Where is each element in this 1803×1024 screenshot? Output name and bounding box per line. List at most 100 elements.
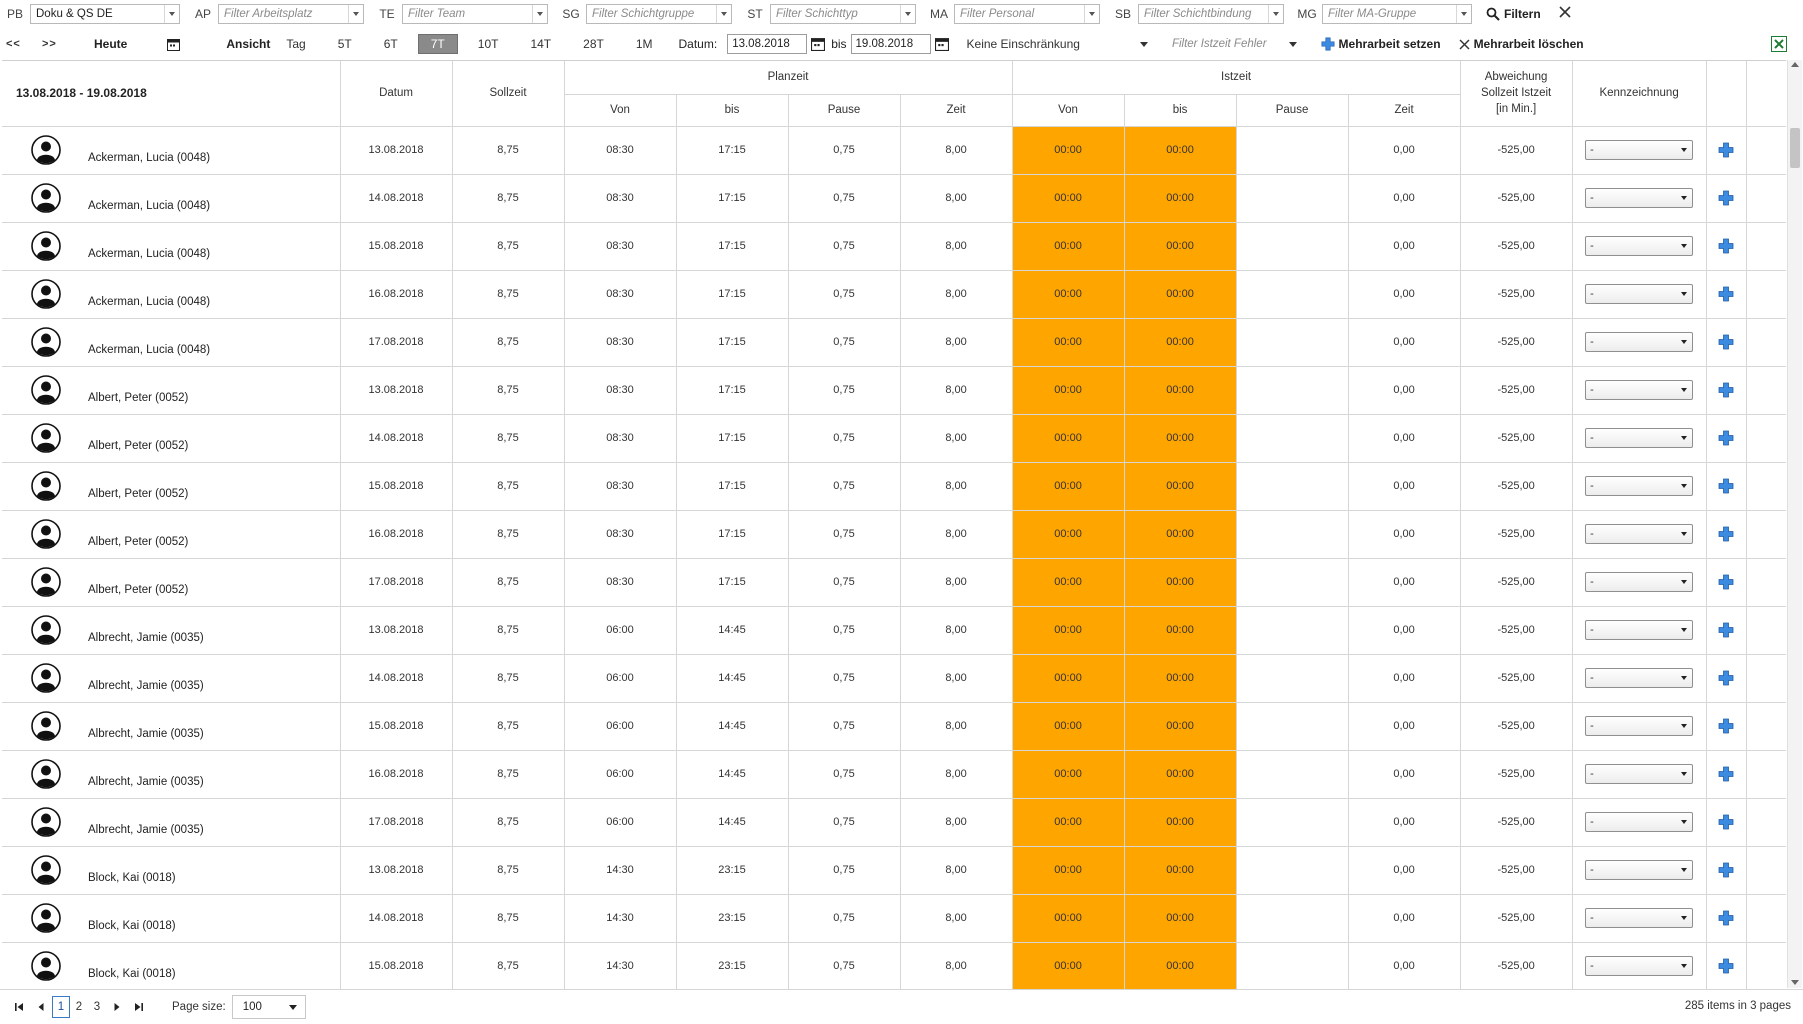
cell-istzeit-von[interactable]: 00:00 [1012,174,1125,223]
cell-istzeit-von[interactable]: 00:00 [1012,462,1125,511]
table-row[interactable]: Block, Kai (0018) 13.08.2018 8,75 14:30 23:1… [2,846,1786,895]
add-overtime-icon[interactable] [1718,814,1734,830]
cell-istzeit-pause[interactable] [1236,414,1349,463]
cell-istzeit-bis[interactable]: 00:00 [1124,798,1237,847]
cell-istzeit-bis[interactable]: 00:00 [1124,702,1237,751]
cell-istzeit-pause[interactable] [1236,750,1349,799]
cell-istzeit-bis[interactable]: 00:00 [1124,894,1237,943]
cell-istzeit-bis[interactable]: 00:00 [1124,270,1237,319]
add-overtime-icon[interactable] [1718,766,1734,782]
scrollbar-thumb[interactable] [1790,128,1800,168]
pb-select[interactable]: Doku & QS DE [30,4,180,24]
cell-istzeit-bis[interactable]: 00:00 [1124,222,1237,271]
last-page-button[interactable] [128,996,150,1018]
kennzeichnung-select[interactable]: - [1585,956,1694,976]
date-to-calendar-button[interactable] [931,37,949,51]
cell-istzeit-pause[interactable] [1236,270,1349,319]
cell-istzeit-bis[interactable]: 00:00 [1124,174,1237,223]
restriction-dropdown[interactable]: Keine Einschränkung [967,37,1148,51]
cell-istzeit-von[interactable]: 00:00 [1012,798,1125,847]
cell-istzeit-bis[interactable]: 00:00 [1124,942,1237,989]
kennzeichnung-select[interactable]: - [1585,716,1694,736]
table-row[interactable]: Albert, Peter (0052) 14.08.2018 8,75 08:30 1… [2,414,1786,463]
schichtbindung-filter[interactable]: Filter Schichtbindung [1138,4,1284,24]
view-tag-button[interactable]: Tag [274,34,317,54]
add-overtime-icon[interactable] [1718,958,1734,974]
add-overtime-icon[interactable] [1718,430,1734,446]
add-overtime-icon[interactable] [1718,526,1734,542]
calendar-picker-button[interactable] [167,38,181,51]
add-overtime-icon[interactable] [1718,238,1734,254]
view-14t-button[interactable]: 14T [518,34,563,54]
table-row[interactable]: Ackerman, Lucia (0048) 16.08.2018 8,75 08:3… [2,270,1786,319]
table-row[interactable]: Albrecht, Jamie (0035) 16.08.2018 8,75 06:0… [2,750,1786,799]
add-overtime-icon[interactable] [1718,286,1734,302]
table-row[interactable]: Albert, Peter (0052) 17.08.2018 8,75 08:30 1… [2,558,1786,607]
kennzeichnung-select[interactable]: - [1585,860,1694,880]
cell-istzeit-bis[interactable]: 00:00 [1124,654,1237,703]
table-row[interactable]: Albert, Peter (0052) 16.08.2018 8,75 08:30 1… [2,510,1786,559]
table-row[interactable]: Ackerman, Lucia (0048) 15.08.2018 8,75 08:3… [2,222,1786,271]
table-row[interactable]: Albrecht, Jamie (0035) 17.08.2018 8,75 06:0… [2,798,1786,847]
cell-istzeit-von[interactable]: 00:00 [1012,414,1125,463]
add-overtime-icon[interactable] [1718,718,1734,734]
kennzeichnung-select[interactable]: - [1585,188,1694,208]
personal-filter[interactable]: Filter Personal [954,4,1100,24]
cell-istzeit-bis[interactable]: 00:00 [1124,750,1237,799]
cell-istzeit-pause[interactable] [1236,942,1349,989]
istzeit-error-filter[interactable]: Filter Istzeit Fehler [1172,38,1297,50]
cell-istzeit-von[interactable]: 00:00 [1012,318,1125,367]
schichtgruppe-filter[interactable]: Filter Schichtgruppe [586,4,732,24]
excel-export-button[interactable] [1771,36,1787,52]
add-overtime-icon[interactable] [1718,142,1734,158]
view-7t-button[interactable]: 7T [417,34,458,54]
cell-istzeit-von[interactable]: 00:00 [1012,606,1125,655]
view-5t-button[interactable]: 5T [326,34,364,54]
cell-istzeit-pause[interactable] [1236,222,1349,271]
scroll-down-icon[interactable] [1791,980,1799,985]
table-row[interactable]: Albrecht, Jamie (0035) 14.08.2018 8,75 06:0… [2,654,1786,703]
filter-button[interactable]: Filtern [1486,7,1541,21]
table-row[interactable]: Block, Kai (0018) 14.08.2018 8,75 14:30 23:1… [2,894,1786,943]
cell-istzeit-bis[interactable]: 00:00 [1124,414,1237,463]
cell-istzeit-pause[interactable] [1236,558,1349,607]
clear-filter-icon[interactable] [1559,5,1571,23]
cell-istzeit-von[interactable]: 00:00 [1012,894,1125,943]
kennzeichnung-select[interactable]: - [1585,380,1694,400]
cell-istzeit-bis[interactable]: 00:00 [1124,126,1237,175]
cell-istzeit-pause[interactable] [1236,462,1349,511]
cell-istzeit-pause[interactable] [1236,798,1349,847]
page-3-button[interactable]: 3 [88,996,106,1018]
cell-istzeit-von[interactable]: 00:00 [1012,558,1125,607]
cell-istzeit-von[interactable]: 00:00 [1012,222,1125,271]
schichttyp-filter[interactable]: Filter Schichttyp [770,4,916,24]
kennzeichnung-select[interactable]: - [1585,668,1694,688]
next-period-button[interactable]: >> [42,38,78,50]
cell-istzeit-pause[interactable] [1236,510,1349,559]
arbeitsplatz-filter[interactable]: Filter Arbeitsplatz [218,4,364,24]
add-overtime-icon[interactable] [1718,478,1734,494]
cell-istzeit-pause[interactable] [1236,126,1349,175]
add-overtime-icon[interactable] [1718,622,1734,638]
cell-istzeit-bis[interactable]: 00:00 [1124,558,1237,607]
kennzeichnung-select[interactable]: - [1585,524,1694,544]
kennzeichnung-select[interactable]: - [1585,236,1694,256]
cell-istzeit-pause[interactable] [1236,318,1349,367]
add-overtime-icon[interactable] [1718,670,1734,686]
cell-istzeit-von[interactable]: 00:00 [1012,654,1125,703]
cell-istzeit-von[interactable]: 00:00 [1012,702,1125,751]
cell-istzeit-bis[interactable]: 00:00 [1124,846,1237,895]
delete-overtime-button[interactable]: Mehrarbeit löschen [1459,37,1584,51]
page-2-button[interactable]: 2 [70,996,88,1018]
kennzeichnung-select[interactable]: - [1585,140,1694,160]
set-overtime-button[interactable]: Mehrarbeit setzen [1321,37,1441,51]
kennzeichnung-select[interactable]: - [1585,620,1694,640]
cell-istzeit-von[interactable]: 00:00 [1012,750,1125,799]
first-page-button[interactable] [8,996,30,1018]
cell-istzeit-von[interactable]: 00:00 [1012,270,1125,319]
prev-page-button[interactable] [30,996,52,1018]
cell-istzeit-bis[interactable]: 00:00 [1124,366,1237,415]
view-1m-button[interactable]: 1M [624,34,665,54]
today-button[interactable]: Heute [94,37,127,51]
add-overtime-icon[interactable] [1718,574,1734,590]
